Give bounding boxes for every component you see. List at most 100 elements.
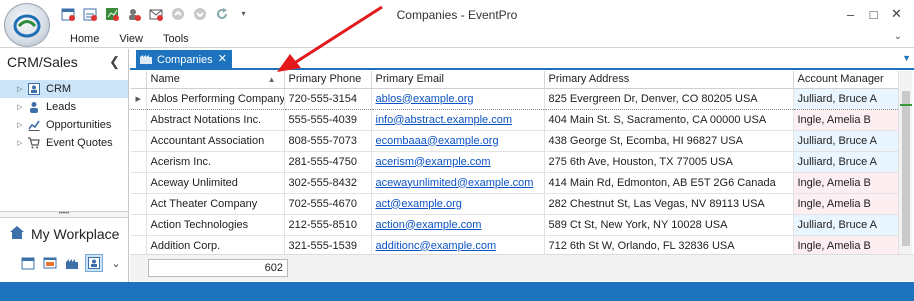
- cell-email[interactable]: info@abstract.example.com: [371, 109, 545, 131]
- contact-icon[interactable]: [126, 6, 141, 21]
- cell-phone[interactable]: 555-555-4039: [284, 109, 372, 131]
- cell-name[interactable]: Addition Corp.: [146, 235, 285, 254]
- cell-name[interactable]: Act Theater Company: [146, 193, 285, 215]
- email-link[interactable]: acewayunlimited@example.com: [376, 177, 534, 189]
- my-workplace-button[interactable]: My Workplace: [10, 226, 119, 242]
- table-row[interactable]: Acerism Inc. 281-555-4750 acerism@example.…: [131, 151, 898, 173]
- cell-account-manager[interactable]: Ingle, Amelia B: [793, 172, 898, 194]
- email-link[interactable]: act@example.org: [376, 198, 462, 210]
- menu-view[interactable]: View: [119, 33, 143, 45]
- table-row[interactable]: Aceway Unlimited 302-555-8432 acewayunlimi…: [131, 172, 898, 194]
- column-header-phone[interactable]: Primary Phone: [284, 71, 372, 89]
- calendar-icon[interactable]: [60, 6, 75, 21]
- table-row[interactable]: Addition Corp. 321-555-1539 additionc@exam…: [131, 235, 898, 254]
- email-link[interactable]: action@example.com: [376, 219, 482, 231]
- app-logo-button[interactable]: [4, 3, 50, 47]
- email-link[interactable]: acerism@example.com: [376, 156, 491, 168]
- cell-email[interactable]: ecombaaa@example.org: [371, 130, 545, 152]
- cell-phone[interactable]: 281-555-4750: [284, 151, 372, 173]
- email-link[interactable]: ecombaaa@example.org: [376, 135, 499, 147]
- cell-email[interactable]: acerism@example.com: [371, 151, 545, 173]
- cell-name[interactable]: Aceway Unlimited: [146, 172, 285, 194]
- cell-phone[interactable]: 321-555-1539: [284, 235, 372, 254]
- cell-account-manager[interactable]: Ingle, Amelia B: [793, 109, 898, 131]
- window-module-icon[interactable]: [42, 255, 58, 271]
- refresh-icon[interactable]: [214, 6, 229, 21]
- cell-name[interactable]: Acerism Inc.: [146, 151, 285, 173]
- cell-address[interactable]: 589 Ct St, New York, NY 10028 USA: [544, 214, 794, 236]
- email-link[interactable]: additionc@example.com: [376, 240, 497, 252]
- row-indicator[interactable]: [131, 214, 147, 236]
- menu-tools[interactable]: Tools: [163, 33, 189, 45]
- customize-toolbar-icon[interactable]: ▾: [236, 6, 251, 21]
- cell-name[interactable]: Abstract Notations Inc.: [146, 109, 285, 131]
- row-indicator[interactable]: [131, 151, 147, 173]
- table-row[interactable]: Accountant Association 808-555-7073 ecomba…: [131, 130, 898, 152]
- row-indicator[interactable]: ▶: [131, 87, 147, 110]
- cell-phone[interactable]: 302-555-8432: [284, 172, 372, 194]
- cell-phone[interactable]: 808-555-7073: [284, 130, 372, 152]
- cell-phone[interactable]: 212-555-8510: [284, 214, 372, 236]
- down-arrow-icon[interactable]: [192, 6, 207, 21]
- cell-name[interactable]: Ablos Performing Company: [146, 87, 285, 110]
- venue-module-icon[interactable]: [64, 255, 80, 271]
- close-tab-icon[interactable]: ✕: [218, 52, 227, 65]
- table-row[interactable]: ▶ Ablos Performing Company 720-555-3154 abl…: [131, 87, 898, 110]
- table-row[interactable]: Act Theater Company 702-555-4670 act@examp…: [131, 193, 898, 215]
- collapse-pane-icon[interactable]: ❮: [109, 54, 120, 70]
- up-arrow-icon[interactable]: [170, 6, 185, 21]
- email-link[interactable]: info@abstract.example.com: [376, 114, 513, 126]
- chevron-down-icon[interactable]: ⌄: [108, 255, 124, 271]
- cell-email[interactable]: act@example.org: [371, 193, 545, 215]
- cell-account-manager[interactable]: Julliard, Bruce A: [793, 214, 898, 236]
- expand-icon[interactable]: ▷: [17, 103, 27, 111]
- email-link[interactable]: ablos@example.org: [376, 93, 474, 105]
- cell-account-manager[interactable]: Julliard, Bruce A: [793, 87, 898, 110]
- nav-item-leads[interactable]: ▷ Leads: [0, 98, 128, 116]
- cell-address[interactable]: 404 Main St. S, Sacramento, CA 00000 USA: [544, 109, 794, 131]
- column-header-address[interactable]: Primary Address: [544, 71, 794, 89]
- cell-email[interactable]: acewayunlimited@example.com: [371, 172, 545, 194]
- cell-phone[interactable]: 720-555-3154: [284, 87, 372, 110]
- table-row[interactable]: Action Technologies 212-555-8510 action@ex…: [131, 214, 898, 236]
- report-icon[interactable]: [104, 6, 119, 21]
- cell-address[interactable]: 825 Evergreen Dr, Denver, CO 80205 USA: [544, 87, 794, 110]
- cell-email[interactable]: additionc@example.com: [371, 235, 545, 254]
- scrollbar-thumb[interactable]: [902, 91, 910, 246]
- nav-item-opportunities[interactable]: ▷ Opportunities: [0, 116, 128, 134]
- row-indicator[interactable]: [131, 235, 147, 254]
- menu-home[interactable]: Home: [70, 33, 99, 45]
- cell-account-manager[interactable]: Ingle, Amelia B: [793, 235, 898, 254]
- cell-name[interactable]: Action Technologies: [146, 214, 285, 236]
- nav-item-crm[interactable]: ▷ CRM: [0, 80, 128, 98]
- cell-address[interactable]: 282 Chestnut St, Las Vegas, NV 89113 USA: [544, 193, 794, 215]
- nav-item-event-quotes[interactable]: ▷ Event Quotes: [0, 134, 128, 152]
- pane-splitter[interactable]: •••••: [0, 211, 128, 218]
- cell-name[interactable]: Accountant Association: [146, 130, 285, 152]
- close-icon[interactable]: ✕: [885, 5, 908, 23]
- calendar-module-icon[interactable]: [20, 255, 36, 271]
- vertical-scrollbar[interactable]: [898, 71, 912, 254]
- cell-email[interactable]: action@example.com: [371, 214, 545, 236]
- cell-address[interactable]: 438 George St, Ecomba, HI 96827 USA: [544, 130, 794, 152]
- row-indicator[interactable]: [131, 172, 147, 194]
- chevron-down-icon[interactable]: ⌄: [894, 31, 902, 42]
- row-indicator[interactable]: [131, 109, 147, 131]
- tab-companies[interactable]: Companies ✕: [136, 50, 232, 69]
- row-indicator[interactable]: [131, 193, 147, 215]
- email-icon[interactable]: [148, 6, 163, 21]
- cell-address[interactable]: 712 6th St W, Orlando, FL 32836 USA: [544, 235, 794, 254]
- cell-account-manager[interactable]: Julliard, Bruce A: [793, 151, 898, 173]
- tab-dropdown-icon[interactable]: ▼: [902, 53, 911, 63]
- cell-address[interactable]: 275 6th Ave, Houston, TX 77005 USA: [544, 151, 794, 173]
- column-header-account-manager[interactable]: Account Manager: [793, 71, 898, 89]
- expand-icon[interactable]: ▷: [17, 121, 27, 129]
- expand-icon[interactable]: ▷: [17, 139, 27, 147]
- table-row[interactable]: Abstract Notations Inc. 555-555-4039 info@…: [131, 109, 898, 131]
- cell-account-manager[interactable]: Ingle, Amelia B: [793, 193, 898, 215]
- column-header-name[interactable]: Name ▲: [146, 71, 285, 89]
- cell-email[interactable]: ablos@example.org: [371, 87, 545, 110]
- maximize-icon[interactable]: □: [862, 5, 885, 23]
- row-indicator[interactable]: [131, 130, 147, 152]
- minimize-icon[interactable]: –: [839, 5, 862, 23]
